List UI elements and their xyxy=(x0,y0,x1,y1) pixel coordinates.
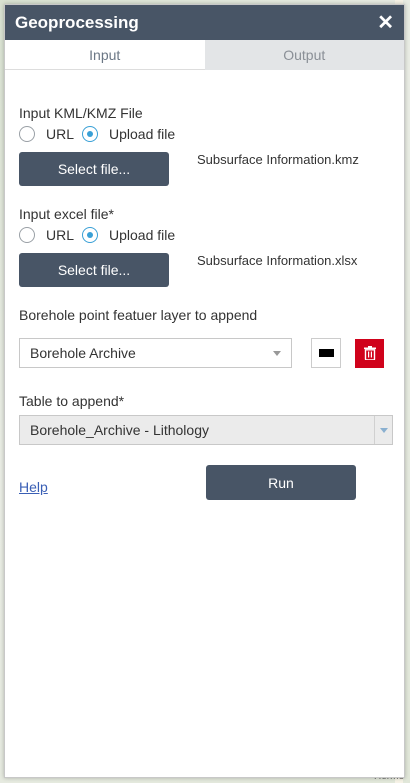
layer-label: Borehole point featuer layer to append xyxy=(19,307,258,323)
kml-url-radio-label: URL xyxy=(46,126,75,142)
symbol-swatch-icon xyxy=(318,349,334,357)
chevron-down-icon xyxy=(379,427,388,433)
table-select[interactable]: Borehole_Archive - Lithology xyxy=(19,415,393,445)
trash-icon xyxy=(363,346,376,360)
layer-row: Borehole Archive xyxy=(19,338,390,368)
form-footer: Help Run xyxy=(19,465,390,505)
excel-select-file-button[interactable]: Select file... xyxy=(19,253,169,287)
kml-file-name: Subsurface Information.kmz xyxy=(197,152,359,167)
kml-upload-radio-label: Upload file xyxy=(109,126,176,142)
geoprocessing-panel: Geoprocessing ✕ Input Output Input KML/K… xyxy=(4,4,405,778)
run-button[interactable]: Run xyxy=(206,465,356,500)
close-icon[interactable]: ✕ xyxy=(377,13,394,33)
layer-select[interactable]: Borehole Archive xyxy=(19,338,292,368)
layer-select-value: Borehole Archive xyxy=(30,345,136,361)
panel-title: Geoprocessing xyxy=(15,12,139,32)
excel-file-row: Select file... Subsurface Information.xl… xyxy=(19,253,390,287)
excel-label: Input excel file* xyxy=(19,206,114,222)
panel-titlebar: Geoprocessing ✕ xyxy=(5,5,404,40)
excel-url-radio[interactable] xyxy=(19,227,35,243)
table-label: Table to append* xyxy=(19,393,125,409)
kml-label: Input KML/KMZ File xyxy=(19,105,143,121)
tab-output[interactable]: Output xyxy=(204,40,404,70)
excel-upload-radio[interactable] xyxy=(82,227,99,243)
help-link[interactable]: Help xyxy=(19,479,48,495)
chevron-down-icon xyxy=(273,350,281,356)
kml-source-radio-group: URL Upload file xyxy=(19,126,390,142)
kml-select-file-button[interactable]: Select file... xyxy=(19,152,169,186)
input-form: Input KML/KMZ File URL Upload file Selec… xyxy=(5,105,404,505)
kml-url-radio[interactable] xyxy=(19,126,35,142)
excel-file-name: Subsurface Information.xlsx xyxy=(197,253,358,268)
tab-input[interactable]: Input xyxy=(5,40,205,70)
kml-upload-radio[interactable] xyxy=(82,126,99,142)
excel-url-radio-label: URL xyxy=(46,227,75,243)
table-select-value: Borehole_Archive - Lithology xyxy=(30,422,209,438)
table-select-arrow[interactable] xyxy=(374,416,392,444)
layer-symbol-button[interactable] xyxy=(311,338,341,368)
excel-source-radio-group: URL Upload file xyxy=(19,227,390,243)
tab-bar: Input Output xyxy=(5,40,404,70)
excel-upload-radio-label: Upload file xyxy=(109,227,176,243)
delete-layer-button[interactable] xyxy=(355,338,384,368)
kml-file-row: Select file... Subsurface Information.km… xyxy=(19,152,390,186)
